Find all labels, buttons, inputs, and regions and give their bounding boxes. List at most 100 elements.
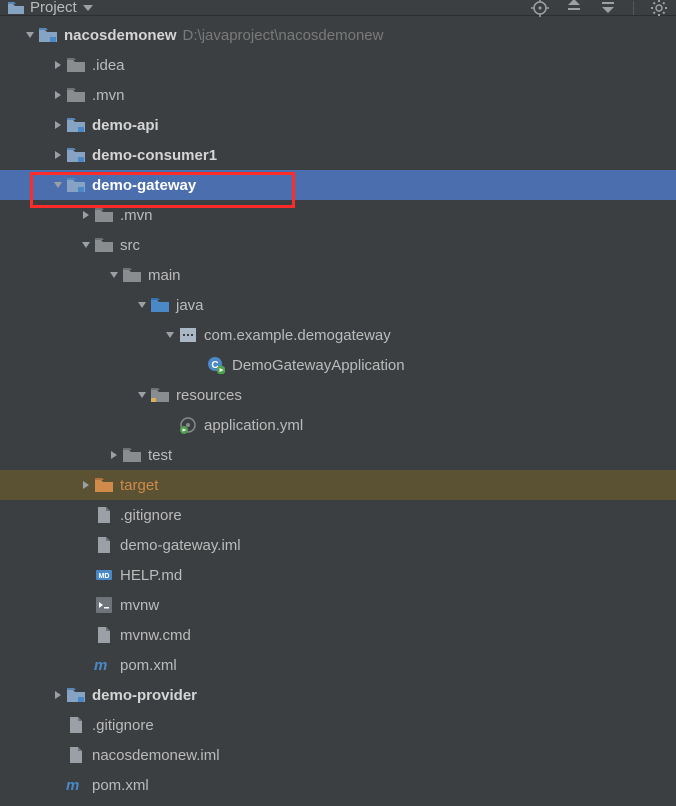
tree-item-label: java (176, 297, 204, 314)
tree-item-label: main (148, 267, 181, 284)
tree-item-label: demo-consumer1 (92, 147, 217, 164)
tree-item-gw-app[interactable]: C DemoGatewayApplication (0, 350, 676, 380)
folder-blue-icon (150, 298, 170, 312)
tree-item-label: HELP.md (120, 567, 182, 584)
tree-item-gw-src[interactable]: src (0, 230, 676, 260)
yml-icon (178, 416, 198, 434)
tree-item-root-pom[interactable]: mpom.xml (0, 770, 676, 800)
tree-item-gw-mvnwcmd[interactable]: mvnw.cmd (0, 620, 676, 650)
tree-item-gw-mvn[interactable]: .mvn (0, 200, 676, 230)
chevron-right-icon[interactable] (78, 480, 94, 490)
gear-icon[interactable] (650, 0, 668, 17)
toolbar-right (531, 0, 668, 17)
folder-gray-icon (94, 208, 114, 222)
tree-item-gw-yml[interactable]: application.yml (0, 410, 676, 440)
project-label-text: Project (30, 0, 77, 16)
tree-item-label: .idea (92, 57, 125, 74)
collapse-all-icon[interactable] (599, 0, 617, 17)
tree-item-demo-provider[interactable]: demo-provider (0, 680, 676, 710)
folder-orange-icon (94, 478, 114, 492)
chevron-down-icon[interactable] (106, 270, 122, 280)
folder-gray-icon (66, 58, 86, 72)
tree-item-idea[interactable]: .idea (0, 50, 676, 80)
file-icon (66, 747, 86, 763)
maven-icon: m (94, 657, 114, 673)
tree-item-gw-pom[interactable]: m pom.xml (0, 650, 676, 680)
chevron-right-icon[interactable] (50, 90, 66, 100)
expand-all-icon[interactable] (565, 0, 583, 17)
tree-item-gw-target[interactable]: target (0, 470, 676, 500)
tree-item-gw-mvnw[interactable]: mvnw (0, 590, 676, 620)
chevron-down-icon[interactable] (134, 300, 150, 310)
tree-item-gw-test[interactable]: test (0, 440, 676, 470)
module-icon (38, 28, 58, 42)
tree-item-label: pom.xml (120, 657, 177, 674)
md-icon: MD (94, 567, 114, 583)
tree-item-label: target (120, 477, 158, 494)
chevron-down-icon[interactable] (162, 330, 178, 340)
tree-item-label: .mvn (92, 87, 125, 104)
tree-item-label: demo-gateway.iml (120, 537, 241, 554)
chevron-down-icon[interactable] (134, 390, 150, 400)
folder-gray-icon (122, 268, 142, 282)
tree-item-gw-help[interactable]: MD HELP.md (0, 560, 676, 590)
chevron-right-icon[interactable] (50, 60, 66, 70)
maven-icon: m (66, 777, 86, 793)
class-run-icon: C (206, 356, 226, 374)
tree-item-label: demo-provider (92, 687, 197, 704)
project-dropdown[interactable]: Project (30, 0, 93, 16)
svg-text:m: m (66, 777, 79, 793)
tree-item-label: mvnw (120, 597, 159, 614)
toolbar-divider (633, 1, 634, 15)
tree-item-root-iml[interactable]: nacosdemonew.iml (0, 740, 676, 770)
tree-item-label: src (120, 237, 140, 254)
chevron-right-icon[interactable] (78, 210, 94, 220)
locate-icon[interactable] (531, 0, 549, 17)
tree-item-gw-java[interactable]: java (0, 290, 676, 320)
chevron-right-icon[interactable] (50, 150, 66, 160)
module-icon (66, 688, 86, 702)
toolbar-left: Project (8, 0, 93, 16)
tree-item-gw-pkg[interactable]: com.example.demogateway (0, 320, 676, 350)
tree-item-demo-gateway[interactable]: demo-gateway (0, 170, 676, 200)
module-icon (66, 148, 86, 162)
tree-item-label: demo-gateway (92, 177, 196, 194)
tree-item-label: resources (176, 387, 242, 404)
module-icon (66, 118, 86, 132)
sh-icon (94, 597, 114, 613)
tree-item-gw-res[interactable]: resources (0, 380, 676, 410)
tree-item-demo-consumer1[interactable]: demo-consumer1 (0, 140, 676, 170)
chevron-right-icon[interactable] (50, 690, 66, 700)
svg-text:MD: MD (99, 573, 110, 580)
tree-item-label: .gitignore (92, 717, 154, 734)
tree-item-gw-iml[interactable]: demo-gateway.iml (0, 530, 676, 560)
tree-item-path: D:\javaproject\nacosdemonew (183, 27, 384, 44)
folder-gray-icon (122, 448, 142, 462)
chevron-right-icon[interactable] (50, 120, 66, 130)
svg-text:m: m (94, 657, 107, 673)
tree-item-label: nacosdemonew.iml (92, 747, 220, 764)
tree-item-demo-api[interactable]: demo-api (0, 110, 676, 140)
tree-item-gw-gitignore[interactable]: .gitignore (0, 500, 676, 530)
tree-item-label: .gitignore (120, 507, 182, 524)
tree-item-label: test (148, 447, 172, 464)
chevron-down-icon[interactable] (78, 240, 94, 250)
module-icon (66, 178, 86, 192)
tree-item-label: mvnw.cmd (120, 627, 191, 644)
folder-gray-icon (66, 88, 86, 102)
file-icon (94, 627, 114, 643)
tree-item-root-gitignore[interactable]: .gitignore (0, 710, 676, 740)
package-icon (178, 328, 198, 342)
chevron-right-icon[interactable] (106, 450, 122, 460)
tree-item-gw-main[interactable]: main (0, 260, 676, 290)
chevron-down-icon[interactable] (50, 180, 66, 190)
chevron-down-icon[interactable] (22, 30, 38, 40)
file-icon (66, 717, 86, 733)
folder-resources-icon (150, 388, 170, 402)
project-tree[interactable]: nacosdemonew D:\javaproject\nacosdemonew.… (0, 16, 676, 800)
tree-item-mvn1[interactable]: .mvn (0, 80, 676, 110)
tree-item-root[interactable]: nacosdemonew D:\javaproject\nacosdemonew (0, 20, 676, 50)
folder-gray-icon (94, 238, 114, 252)
tree-item-label: DemoGatewayApplication (232, 357, 405, 374)
tree-item-label: nacosdemonew (64, 27, 177, 44)
